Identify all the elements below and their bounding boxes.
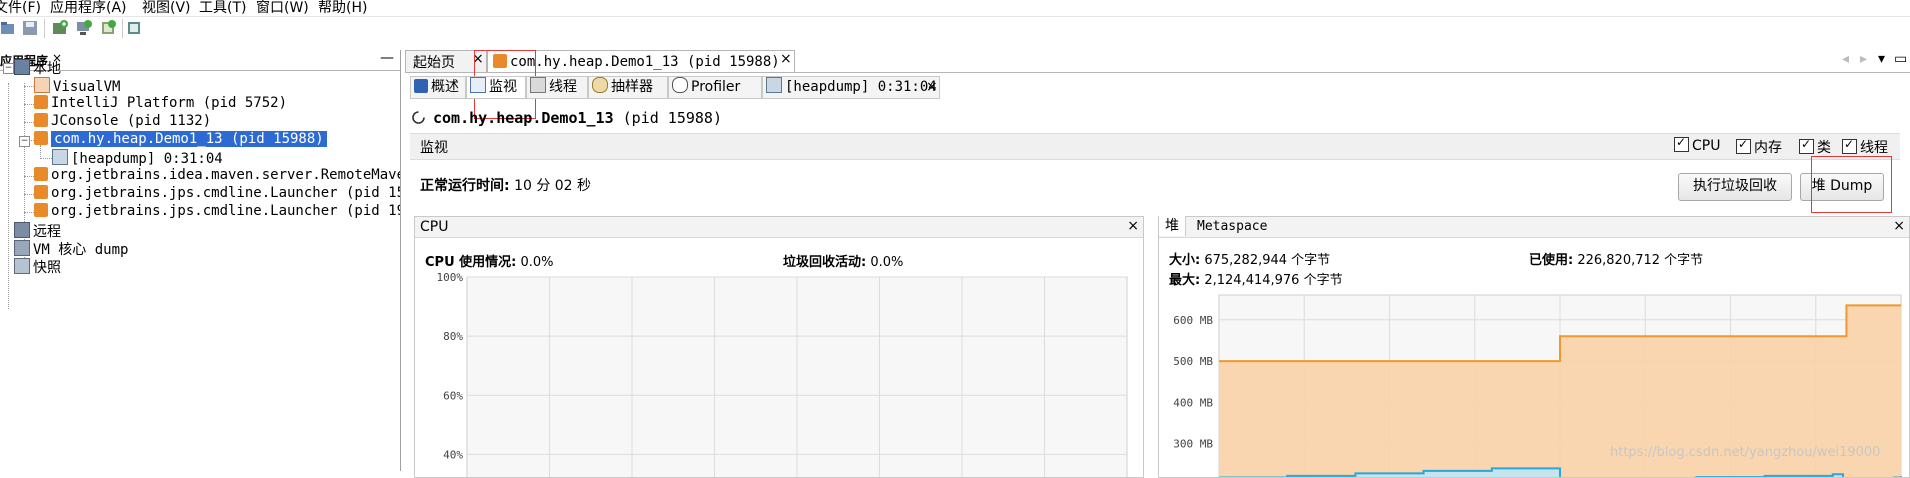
heapdump-icon: [52, 149, 68, 165]
save-icon[interactable]: [22, 20, 38, 36]
open-icon[interactable]: [0, 20, 16, 36]
restore-window-icon[interactable]: ▭: [1894, 51, 1907, 67]
tree-node-demo[interactable]: com.hy.heap.Demo1_13 (pid 15988): [34, 131, 327, 151]
visualvm-icon: [34, 77, 50, 93]
add-remote-host-icon[interactable]: [76, 20, 92, 36]
menu-application[interactable]: 应用程序(A): [50, 0, 127, 17]
menu-view[interactable]: 视图(V): [142, 0, 191, 17]
menu-tools[interactable]: 工具(T): [199, 0, 246, 17]
java-icon: [34, 203, 48, 217]
menu-window[interactable]: 窗口(W): [256, 0, 309, 17]
java-icon: [34, 95, 48, 109]
menu-file[interactable]: 文件(F): [0, 0, 41, 17]
heapdump-tab-close-icon[interactable]: ×: [926, 77, 938, 97]
sampler-icon: [592, 77, 608, 93]
heap-y-tick-label: 500 MB: [1173, 355, 1213, 368]
tab-threads[interactable]: 线程: [526, 76, 588, 99]
tree-node-jconsole[interactable]: JConsole (pid 1132): [34, 113, 211, 133]
highlight-box-heap-dump: [1811, 156, 1892, 213]
tree-node-remote[interactable]: 远程: [14, 221, 61, 241]
cpu-y-tick-label: 60%: [443, 389, 463, 402]
tree-node-intellij[interactable]: IntelliJ Platform (pid 5752): [34, 95, 287, 115]
java-icon: [34, 131, 48, 145]
cpu-y-tick-label: 100%: [437, 271, 464, 284]
menu-help[interactable]: 帮助(H): [318, 0, 367, 17]
cpu-usage: CPU 使用情况: 0.0%: [425, 255, 554, 270]
document-tabs: 起始页 × com.hy.heap.Demo1_13 (pid 15988) ×…: [405, 50, 1910, 73]
toolbar: [0, 17, 1910, 42]
memory-checkbox[interactable]: 内存: [1736, 137, 1782, 157]
coredump-icon: [14, 240, 30, 256]
add-jmx-icon[interactable]: [52, 20, 68, 36]
java-icon: [34, 113, 48, 127]
tab-heapdump[interactable]: [heapdump] 0:31:04 ×: [762, 76, 940, 99]
classes-checkbox[interactable]: 类: [1799, 137, 1831, 157]
view-tabs: 概述 监视 线程 抽样器 Profiler [heapdump] 0:31:04…: [410, 76, 1910, 99]
tree-node-launcher-2[interactable]: org.jetbrains.jps.cmdline.Launcher (pid …: [34, 203, 400, 223]
watermark: https://blog.csdn.net/yangzhou/wei19000: [1610, 445, 1881, 460]
info-icon: [414, 79, 428, 93]
heap-panel-header: 堆 Metaspace ×: [1159, 216, 1909, 238]
heap-y-tick-label: 400 MB: [1173, 396, 1213, 409]
tab-profiler[interactable]: Profiler: [668, 76, 762, 99]
show-opened-documents-icon[interactable]: ▾: [1878, 51, 1885, 67]
java-icon: [34, 167, 48, 181]
tree-node-launcher-1[interactable]: org.jetbrains.jps.cmdline.Launcher (pid …: [34, 185, 400, 205]
cpu-panel-header: CPU ×: [415, 217, 1143, 238]
cpu-checkbox[interactable]: CPU: [1674, 135, 1720, 154]
heap-panel-close-icon[interactable]: ×: [1893, 218, 1905, 234]
local-expander[interactable]: −: [3, 63, 14, 74]
heapdump-icon: [766, 77, 782, 93]
demo-tab-close-icon[interactable]: ×: [780, 51, 792, 67]
add-snapshot-icon[interactable]: [100, 20, 116, 36]
heap-panel: 堆 Metaspace × 大小: 675,282,944 个字节 已使用: 2…: [1158, 216, 1910, 478]
gc-activity: 垃圾回收活动: 0.0%: [783, 255, 904, 270]
tree-node-local[interactable]: 本地: [14, 58, 61, 78]
tab-monitor[interactable]: 监视: [466, 76, 526, 99]
heap-y-tick-label: 300 MB: [1173, 438, 1213, 451]
tree-node-maven[interactable]: org.jetbrains.idea.maven.server.RemoteMa…: [34, 167, 400, 187]
java-icon: [34, 185, 48, 199]
cpu-panel: CPU × CPU 使用情况: 0.0% 垃圾回收活动: 0.0% 100% 80…: [414, 216, 1144, 478]
loading-spinner-icon: [412, 111, 425, 124]
menu-bar: 文件(F) 应用程序(A) 视图(V) 工具(T) 窗口(W) 帮助(H): [0, 0, 1910, 17]
heap-max: 最大: 2,124,414,976 个字节: [1169, 273, 1343, 288]
tab-metaspace[interactable]: Metaspace: [1197, 219, 1267, 234]
heap-size: 大小: 675,282,944 个字节: [1169, 253, 1331, 268]
monitor-chart-icon: [470, 77, 486, 93]
snapshot-toolbar-icon[interactable]: [126, 20, 142, 36]
demo-expander[interactable]: −: [19, 136, 30, 147]
tree-node-heapdump[interactable]: [heapdump] 0:31:04: [52, 149, 223, 169]
applications-panel: 应用程序 × — − 本地 VisualVM IntelliJ Platform…: [0, 50, 401, 471]
perform-gc-button[interactable]: 执行垃圾回收: [1678, 173, 1792, 201]
threads-icon: [530, 77, 546, 93]
threads-checkbox[interactable]: 线程: [1842, 137, 1888, 157]
minimize-panel-icon[interactable]: —: [380, 50, 394, 66]
tree-node-snapshot[interactable]: 快照: [14, 257, 61, 277]
cpu-chart: 100% 80% 60% 40%: [437, 271, 1128, 477]
tree-node-visualvm[interactable]: VisualVM: [34, 77, 120, 97]
tab-overview[interactable]: 概述: [410, 76, 466, 99]
profiler-clock-icon: [672, 77, 688, 93]
page-title: com.hy.heap.Demo1_13 (pid 15988): [433, 109, 722, 127]
remote-icon: [14, 222, 30, 238]
tab-heap[interactable]: 堆: [1159, 216, 1186, 236]
scroll-left-icon[interactable]: ◂: [1842, 51, 1849, 67]
cpu-y-tick-label: 40%: [443, 448, 463, 461]
heap-y-tick-label: 600 MB: [1173, 314, 1213, 327]
monitor-bar-title: 监视: [420, 140, 448, 156]
tree-node-coredump[interactable]: VM 核心 dump: [14, 239, 128, 259]
cpu-panel-close-icon[interactable]: ×: [1127, 218, 1139, 234]
tab-sampler[interactable]: 抽样器: [588, 76, 668, 99]
scroll-right-icon[interactable]: ▸: [1860, 51, 1867, 67]
uptime: 正常运行时间: 10 分 02 秒: [420, 178, 592, 194]
heap-used: 已使用: 226,820,712 个字节: [1529, 253, 1704, 268]
cpu-y-tick-label: 80%: [443, 330, 463, 343]
local-host-icon: [14, 59, 30, 75]
monitor-view: com.hy.heap.Demo1_13 (pid 15988) 监视 CPU …: [410, 100, 1910, 478]
monitor-bar: 监视 CPU 内存 类 线程: [410, 133, 1900, 160]
snapshot-icon: [14, 258, 30, 274]
